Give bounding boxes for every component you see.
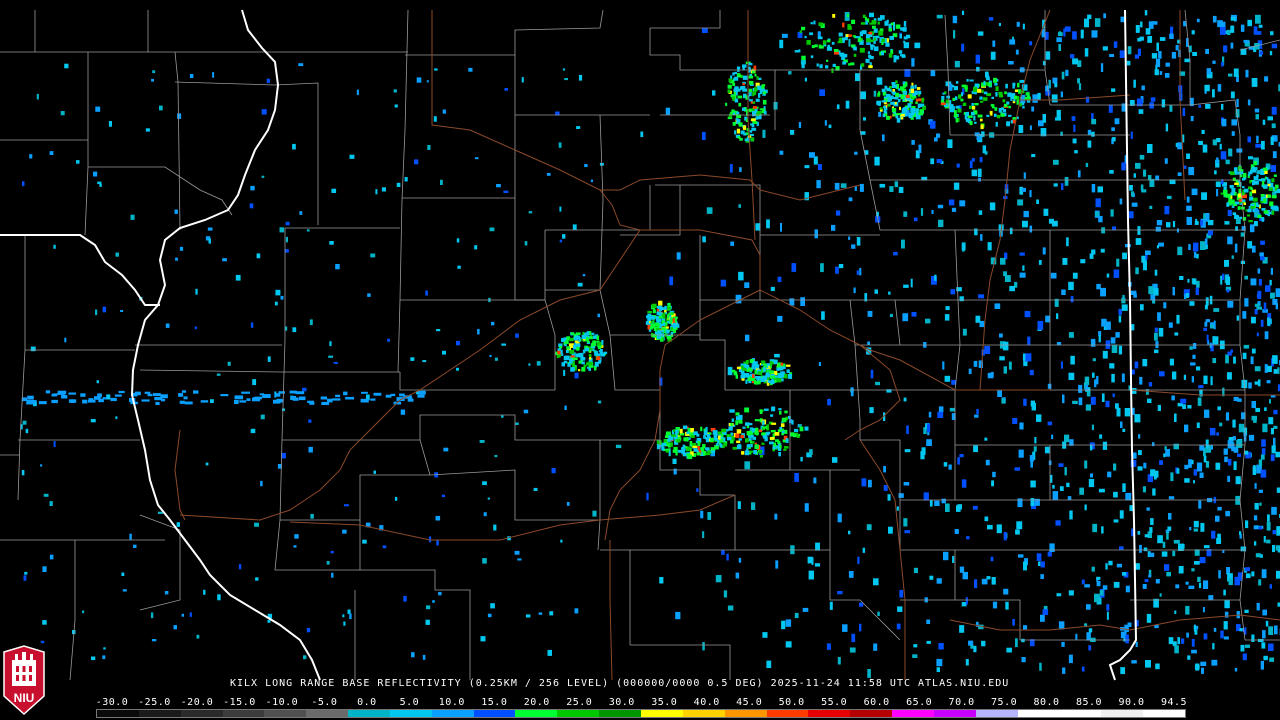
colorbar-swatch [473,710,516,717]
scale-label: 40.0 [693,697,720,708]
color-scale-labels: -30.0 -25.0 -20.0 -15.0 -10.0 -5.0 0.0 5.0 10.0 1… [90,697,1200,709]
colorbar-swatch [306,710,349,717]
colorbar-swatch [431,710,474,717]
colorbar-swatch [1101,710,1144,717]
logo-text: NIU [14,691,35,705]
scale-label: 90.0 [1118,697,1145,708]
colorbar-swatch [1059,710,1102,717]
scale-label: -15.0 [223,697,256,708]
scale-label: 85.0 [1075,697,1103,708]
colorbar-swatch [138,710,181,717]
scale-label: 10.0 [438,697,465,708]
scale-label: 94.5 [1160,697,1188,708]
colorbar-swatch [724,710,767,717]
colorbar-swatch [808,710,851,717]
colorbar-swatch [975,710,1018,717]
colorbar-swatch [1017,710,1060,717]
colorbar-swatch [1143,710,1185,717]
colorbar-swatch [682,710,725,717]
radar-map [0,0,1280,720]
scale-label: 70.0 [948,697,975,708]
niu-tower-logo-icon: NIU [3,645,45,716]
colorbar-swatch [557,710,600,717]
scale-label: 25.0 [566,697,593,708]
scale-label: 15.0 [481,697,508,708]
colorbar-swatch [640,710,683,717]
colorbar-swatch [766,710,809,717]
scale-label: 30.0 [608,697,635,708]
scale-label: -5.0 [311,697,338,708]
scale-label: 80.0 [1033,697,1060,708]
scale-label: 5.0 [399,697,420,708]
scale-label: -10.0 [265,697,299,708]
scale-label: -20.0 [180,697,214,708]
colorbar-swatch [515,710,558,717]
colorbar-swatch [180,710,223,717]
scale-label: -30.0 [95,697,129,708]
scale-label: 55.0 [821,697,848,708]
scale-label: -25.0 [138,697,171,708]
reflectivity-colorbar [96,709,1186,718]
colorbar-swatch [850,710,893,717]
scale-label: 45.0 [736,697,763,708]
scale-label: 50.0 [778,697,805,708]
scale-label: 75.0 [991,697,1018,708]
scale-label: 0.0 [357,697,377,708]
colorbar-swatch [389,710,432,717]
colorbar-swatch [933,710,976,717]
colorbar-swatch [599,710,641,717]
colorbar-swatch [892,710,934,717]
scale-label: 65.0 [906,697,933,708]
scale-label: 20.0 [523,697,550,708]
colorbar-swatch [222,710,265,717]
scale-label: 60.0 [863,697,890,708]
colorbar-swatch [97,710,139,717]
colorbar-swatch [264,710,307,717]
scale-label: 35.0 [651,697,678,708]
product-caption: KILX LONG RANGE BASE REFLECTIVITY (0.25K… [230,678,1010,689]
colorbar-swatch [348,710,390,717]
